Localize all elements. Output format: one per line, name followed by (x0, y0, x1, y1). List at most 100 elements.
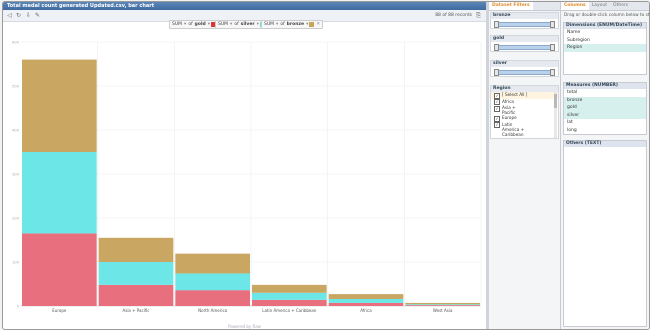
chevron-down-icon[interactable]: ▾ (184, 22, 186, 27)
x-tick-label: Asia + Pacific (123, 308, 150, 313)
chart-area: 0 100 200 300 400 500 600 Europe Asia + Pacific N… (3, 30, 486, 326)
measure-agg[interactable]: SUM (218, 22, 228, 27)
chevron-down-icon[interactable]: ▾ (306, 22, 308, 27)
list-item-label: [ Select All ] (502, 92, 528, 97)
export-icon[interactable]: ⎘ (475, 12, 482, 19)
y-tick-label: 100 (12, 261, 20, 265)
tab-others[interactable]: Others (610, 2, 631, 10)
bar-segment-bronze (405, 302, 480, 305)
close-icon[interactable]: ✕ (316, 22, 320, 27)
measure-of-label: of (188, 22, 193, 27)
download-icon[interactable]: ⇩ (25, 12, 32, 19)
slider-handle-min[interactable] (494, 69, 499, 76)
measure-agg[interactable]: SUM (264, 22, 274, 27)
checkbox[interactable]: ✓ (494, 105, 500, 112)
settings-icon[interactable]: ✎ (34, 12, 41, 19)
bar-segment-silver (175, 273, 250, 291)
measure-agg[interactable]: SUM (172, 22, 182, 27)
filters-tabbar: Dataset Filters (489, 2, 560, 11)
slider-handle-min[interactable] (494, 21, 499, 28)
list-item-label: Africa (502, 98, 514, 104)
checkbox[interactable]: ✓ (494, 115, 500, 122)
column-item[interactable]: lat (564, 119, 646, 127)
footer-credit: Powered by Raw (228, 324, 261, 329)
silver-range-slider[interactable] (491, 67, 558, 76)
measure-field[interactable]: silver (241, 22, 255, 27)
bar-segment-silver (405, 304, 480, 306)
measures-section: Measures (NUMBER) total bronze gold silv… (563, 82, 647, 135)
cycle-icon[interactable]: ↻ (15, 12, 22, 19)
checkbox[interactable]: ✓ (494, 92, 500, 99)
checkbox[interactable]: ✓ (494, 99, 500, 105)
bar-segment-bronze (252, 284, 327, 293)
bar-segment-gold (22, 233, 97, 306)
columns-hint: Drag or double-click column below to sta… (564, 13, 649, 18)
slider-handle-min[interactable] (494, 44, 499, 51)
chevron-down-icon[interactable]: ▾ (208, 22, 210, 27)
column-item[interactable]: Name (564, 29, 646, 37)
column-item[interactable]: silver (564, 111, 646, 119)
gold-range-slider[interactable] (491, 42, 558, 51)
bar-segment-silver (252, 292, 327, 300)
bar-segment-gold (405, 305, 480, 306)
y-tick-label: 200 (12, 217, 20, 221)
column-item[interactable]: total (564, 89, 646, 97)
x-tick-label: Africa (360, 308, 372, 313)
bar-segment-bronze (22, 59, 97, 152)
slider-handle-max[interactable] (550, 21, 555, 28)
measure-field[interactable]: bronze (287, 22, 304, 27)
column-item[interactable]: long (564, 127, 646, 135)
tab-layout[interactable]: Layout (589, 2, 610, 10)
filter-silver: silver (490, 60, 559, 77)
x-tick-label: Europe (52, 308, 67, 313)
column-item[interactable]: gold (564, 104, 646, 112)
tab-dataset-filters[interactable]: Dataset Filters (489, 2, 533, 10)
color-swatch[interactable] (309, 22, 315, 27)
column-item[interactable]: Region (564, 44, 646, 52)
chevron-down-icon[interactable]: ▾ (257, 22, 259, 27)
list-item-label: Asia + Pacific (502, 105, 516, 115)
column-item[interactable]: bronze (564, 96, 646, 104)
bar-segment-bronze (328, 294, 404, 299)
record-count: 88 of 88 records (435, 13, 472, 18)
y-tick-label: 600 (12, 41, 20, 45)
bar-segment-bronze (98, 237, 174, 262)
scrollbar[interactable] (554, 92, 557, 138)
slider-track[interactable] (495, 70, 554, 75)
region-checklist: ✓[ Select All ] ✓ Africa ✓ Asia + Pacific … (491, 92, 558, 138)
others-section: Others (TEXT) (563, 140, 647, 327)
columns-panel: Columns Layout Others Drag or double-cli… (561, 2, 649, 329)
filters-panel: Dataset Filters bronze gold silver Regio… (489, 2, 561, 329)
bar-segment-silver (98, 262, 174, 285)
tab-columns[interactable]: Columns (561, 2, 589, 10)
slider-track[interactable] (495, 22, 554, 27)
chevron-down-icon[interactable]: ▾ (276, 22, 278, 27)
scrollbar-thumb[interactable] (554, 94, 557, 108)
list-item[interactable]: ✓ Asia + Pacific (491, 105, 558, 115)
bar-segment-silver (22, 152, 97, 234)
bronze-range-slider[interactable] (491, 19, 558, 28)
x-tick-label: West Asia (433, 308, 453, 313)
list-item[interactable]: ✓ Latin America + Caribbean (491, 122, 558, 137)
slider-handle-max[interactable] (550, 44, 555, 51)
slider-handle-max[interactable] (550, 69, 555, 76)
measure-selector-bronze[interactable]: SUM ▾ of bronze ▾ ✕ (261, 20, 324, 29)
app-frame: Total medal count generated Updated.csv,… (2, 1, 650, 330)
slider-track[interactable] (495, 45, 554, 50)
back-icon[interactable]: ◁ (6, 12, 13, 19)
column-item[interactable]: Subregion (564, 37, 646, 45)
y-tick-label: 500 (12, 85, 20, 89)
bar-segment-gold (252, 299, 327, 306)
stacked-bar-chart: 0 100 200 300 400 500 600 Europe Asia + Pacific N… (12, 41, 482, 313)
bar-segment-gold (175, 290, 250, 306)
x-tick-label: North America (198, 308, 228, 313)
section-title: Others (TEXT) (564, 141, 646, 147)
checkbox[interactable]: ✓ (494, 122, 500, 128)
chevron-down-icon[interactable]: ▾ (230, 22, 232, 27)
columns-tabbar: Columns Layout Others (561, 2, 649, 11)
y-tick-label: 300 (12, 173, 20, 177)
list-item-label: Europe (502, 115, 517, 120)
measure-field[interactable]: gold (195, 22, 206, 27)
bar-segment-bronze (175, 253, 250, 274)
measure-of-label: of (280, 22, 285, 27)
